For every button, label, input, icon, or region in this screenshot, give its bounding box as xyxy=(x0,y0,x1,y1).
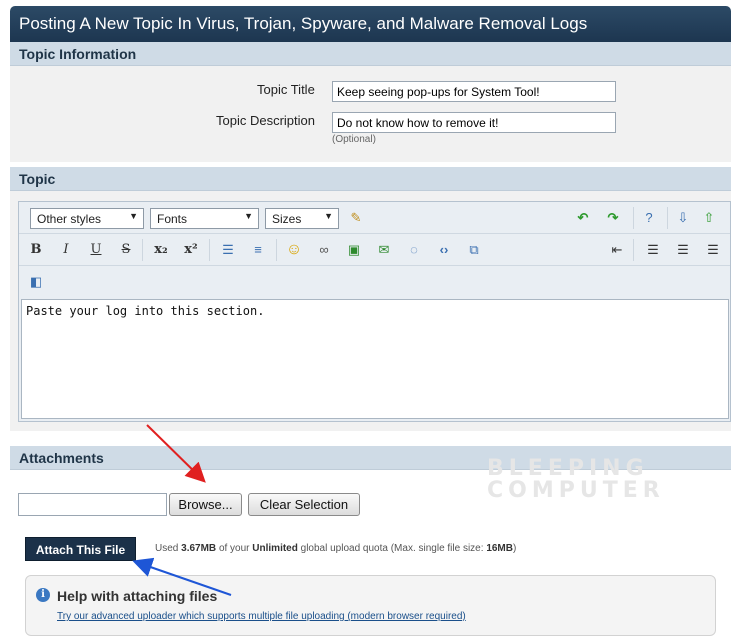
blue-arrow xyxy=(132,557,232,596)
red-arrow xyxy=(146,424,206,483)
annotation-arrows xyxy=(132,424,232,596)
